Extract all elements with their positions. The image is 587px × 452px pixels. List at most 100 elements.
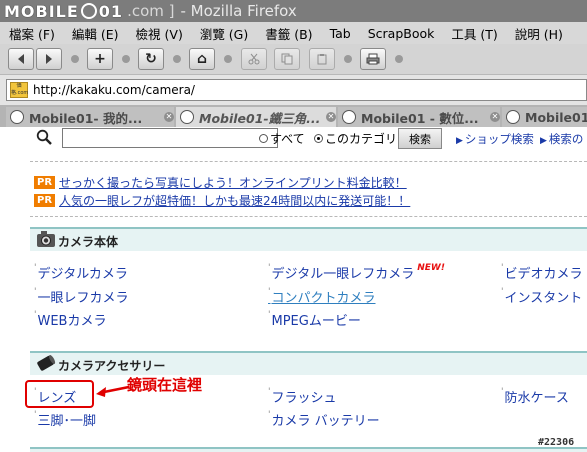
url-field[interactable]: 価格.com http://kakaku.com/camera/ xyxy=(6,79,587,101)
new-tab-button[interactable]: + xyxy=(87,48,113,70)
category-label: コンパクトカメラ xyxy=(271,291,376,306)
menu-bookmarks[interactable]: 書籤 (B) xyxy=(256,24,320,43)
annotation-arrow-icon xyxy=(96,385,130,397)
back-button[interactable] xyxy=(8,48,34,70)
category-link[interactable]: 'フラッシュ xyxy=(268,387,337,406)
shop-search-link[interactable]: ▶ ショップ検索 xyxy=(456,131,534,147)
pr-link-row[interactable]: PR 人気の一眼レフが超特価！しかも最速24時間以内に発送可能！！ xyxy=(34,192,410,208)
paste-button[interactable] xyxy=(309,48,335,70)
category-label: インスタント xyxy=(504,291,583,306)
radio-this-category[interactable] xyxy=(314,134,323,143)
search-button[interactable]: 検索 xyxy=(398,128,442,149)
copy-button[interactable] xyxy=(274,48,300,70)
category-label: WEBカメラ xyxy=(37,314,107,329)
window-titlebar: MOBILE 01 .com ] - Mozilla Firefox xyxy=(0,0,587,22)
back-arrow-icon xyxy=(18,54,24,64)
magnifier-icon xyxy=(36,129,52,145)
tab-label: Mobile01 xyxy=(525,109,587,125)
category-link[interactable]: 'デジタルカメラ xyxy=(34,263,128,282)
pr-link-row[interactable]: PR せっかく撮ったら写真にしよう！オンラインプリント料金比較！ xyxy=(34,174,407,190)
cut-button[interactable] xyxy=(241,48,267,70)
tab-close-icon[interactable]: ✕ xyxy=(164,112,174,122)
new-badge: NEW! xyxy=(417,263,445,273)
category-label: カメラ バッテリー xyxy=(271,414,380,429)
menu-scrapbook[interactable]: ScrapBook xyxy=(359,26,443,41)
url-text[interactable]: http://kakaku.com/camera/ xyxy=(33,83,195,97)
tab-mobile01-3[interactable]: Mobile01 - 數位... ✕ xyxy=(338,107,500,127)
address-bar: 価格.com http://kakaku.com/camera/ xyxy=(0,75,587,105)
category-label: 一眼レフカメラ xyxy=(37,291,129,306)
tab-label: Mobile01- 我的... xyxy=(29,110,143,126)
category-link[interactable]: 'WEBカメラ xyxy=(34,310,106,329)
radio-this-category-label: このカテゴリ xyxy=(325,132,398,146)
category-link[interactable]: 'インスタント xyxy=(501,287,582,306)
radio-all-label: すべて xyxy=(270,132,305,146)
home-button[interactable]: ⌂ xyxy=(189,48,215,70)
category-link[interactable]: 'ビデオカメラ xyxy=(501,263,583,282)
section-title: カメラ本体 xyxy=(58,235,119,249)
mobile01-favicon-icon xyxy=(180,110,194,124)
pr-link[interactable]: 人気の一眼レフが超特価！しかも最速24時間以内に発送可能！！ xyxy=(59,192,410,209)
pr-badge: PR xyxy=(34,193,56,207)
pr-link[interactable]: せっかく撮ったら写真にしよう！オンラインプリント料金比較！ xyxy=(59,174,407,191)
lens-icon xyxy=(37,355,56,371)
category-label: 防水ケース xyxy=(504,391,569,406)
search-other-link[interactable]: ▶ 検索の xyxy=(540,131,583,147)
toolbar-separator xyxy=(122,55,130,63)
category-link[interactable]: 'カメラ バッテリー xyxy=(268,410,380,429)
title-url-fragment: .com ] xyxy=(127,2,175,20)
site-favicon-icon: 価格.com xyxy=(10,82,29,98)
section-title: カメラアクセサリー xyxy=(58,359,166,373)
category-link[interactable]: 'MPEGムービー xyxy=(268,310,361,329)
tab-close-icon[interactable]: ✕ xyxy=(326,112,336,122)
category-label: デジタル一眼レフカメラ xyxy=(271,267,415,282)
category-link[interactable]: '一眼レフカメラ xyxy=(34,287,129,306)
category-label: フラッシュ xyxy=(271,391,337,406)
watermark: #22306 xyxy=(538,437,575,448)
home-icon: ⌂ xyxy=(196,51,208,67)
brand-text-left: MOBILE xyxy=(4,1,79,21)
tab-mobile01-2[interactable]: Mobile01-鐵三角... ✕ xyxy=(176,107,336,127)
menu-file[interactable]: 檔案 (F) xyxy=(0,24,63,43)
tab-mobile01-1[interactable]: Mobile01- 我的... ✕ xyxy=(6,107,174,127)
shop-search-label: ショップ検索 xyxy=(464,132,534,146)
brand-text-right: 01 xyxy=(98,1,124,21)
category-link[interactable]: 'デジタル一眼レフカメラ NEW! xyxy=(268,263,445,282)
tab-label: Mobile01 - 數位... xyxy=(361,110,479,126)
category-link[interactable]: '三脚･一脚 xyxy=(34,410,96,429)
camera-icon xyxy=(37,231,55,247)
tab-mobile01-4[interactable]: Mobile01 xyxy=(502,107,587,127)
separator xyxy=(30,216,587,217)
separator xyxy=(30,161,587,162)
forward-arrow-icon xyxy=(46,54,52,64)
category-label: ビデオカメラ xyxy=(504,267,583,282)
search-input[interactable] xyxy=(62,128,278,148)
category-label: MPEGムービー xyxy=(271,314,361,329)
copy-icon xyxy=(281,53,293,65)
mobile01-favicon-icon xyxy=(506,110,520,124)
search-other-label: 検索の xyxy=(548,132,584,146)
menu-edit[interactable]: 編輯 (E) xyxy=(63,24,127,43)
radio-all[interactable] xyxy=(259,134,268,143)
category-link[interactable]: 'コンパクトカメラ xyxy=(268,287,376,306)
forward-button[interactable] xyxy=(36,48,62,70)
search-row: すべて このカテゴリ 検索 ▶ ショップ検索 ▶ 検索の xyxy=(30,127,587,153)
toolbar-separator xyxy=(224,55,232,63)
menu-tools[interactable]: 工具 (T) xyxy=(442,24,505,43)
toolbar-separator xyxy=(395,55,403,63)
menu-help[interactable]: 說明 (H) xyxy=(506,24,571,43)
category-link[interactable]: '防水ケース xyxy=(501,387,569,406)
menu-go[interactable]: 瀏覽 (G) xyxy=(191,24,256,43)
toolbar-separator xyxy=(71,55,79,63)
tab-close-icon[interactable]: ✕ xyxy=(490,112,500,122)
print-button[interactable] xyxy=(360,48,386,70)
menu-tab[interactable]: Tab xyxy=(321,26,359,41)
toolbar-separator xyxy=(173,55,181,63)
tab-bar: Mobile01- 我的... ✕ Mobile01-鐵三角... ✕ Mobi… xyxy=(0,105,587,127)
plus-icon: + xyxy=(94,51,106,67)
navigation-toolbar: + ↻ ⌂ xyxy=(0,44,587,75)
pr-badge: PR xyxy=(34,175,56,189)
reload-button[interactable]: ↻ xyxy=(138,48,164,70)
category-label: デジタルカメラ xyxy=(37,267,128,282)
menu-view[interactable]: 檢視 (V) xyxy=(127,24,191,43)
